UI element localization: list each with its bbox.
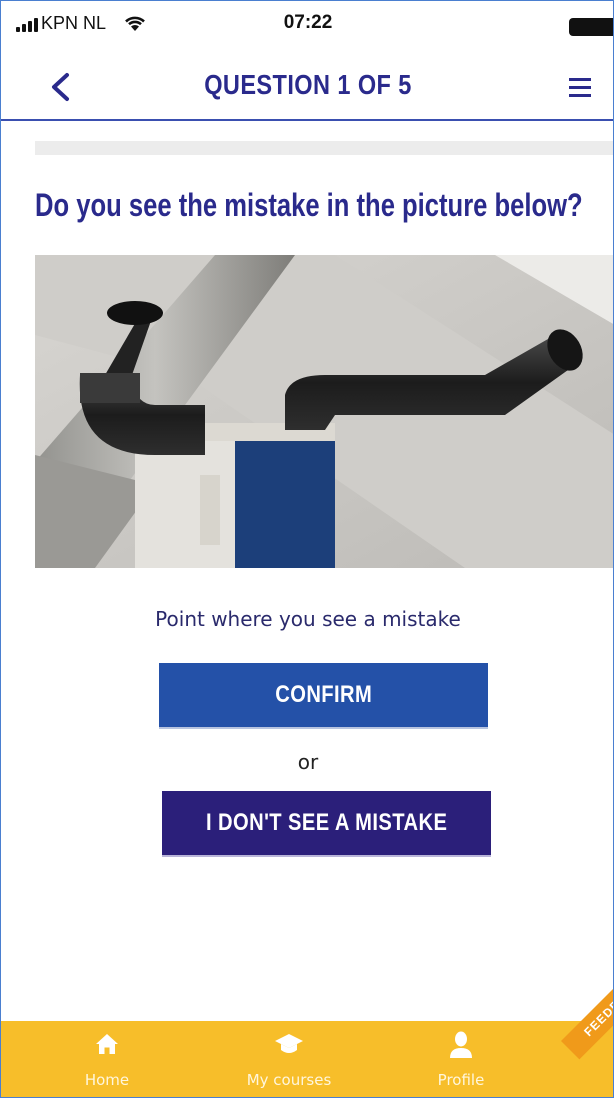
- photo-illustration: [35, 255, 613, 568]
- or-separator: or: [297, 750, 319, 774]
- graduation-cap-icon: [275, 1034, 303, 1053]
- home-icon: [96, 1034, 118, 1054]
- no-mistake-button[interactable]: I DON'T SEE A MISTAKE: [162, 791, 491, 855]
- tab-my-courses-label: My courses: [246, 1071, 332, 1089]
- no-mistake-button-label: I DON'T SEE A MISTAKE: [205, 809, 448, 836]
- tab-my-courses[interactable]: My courses: [229, 1021, 349, 1097]
- hamburger-menu-icon[interactable]: [561, 69, 605, 105]
- question-text: Do you see the mistake in the picture be…: [35, 187, 583, 223]
- app-screen: KPN NL 07:22 QUESTION 1 OF 5 Do you see …: [0, 0, 614, 1098]
- confirm-button[interactable]: CONFIRM: [159, 663, 488, 727]
- user-icon: [450, 1031, 472, 1058]
- battery-icon: [569, 18, 613, 36]
- instruction-text: Point where you see a mistake: [155, 607, 461, 631]
- quiz-progress-bar: [35, 141, 613, 155]
- tab-profile[interactable]: Profile: [421, 1021, 501, 1097]
- nav-bar: QUESTION 1 OF 5: [1, 49, 613, 121]
- status-bar: KPN NL 07:22: [1, 1, 613, 49]
- bottom-tab-bar: Home My courses Profile: [1, 1021, 613, 1097]
- ventilation-unit-photo[interactable]: [35, 255, 613, 568]
- status-time: 07:22: [283, 12, 333, 33]
- tab-home[interactable]: Home: [67, 1021, 147, 1097]
- tab-home-label: Home: [84, 1071, 130, 1089]
- tab-profile-label: Profile: [437, 1071, 485, 1089]
- confirm-button-label: CONFIRM: [274, 681, 372, 708]
- page-title: QUESTION 1 OF 5: [204, 69, 412, 100]
